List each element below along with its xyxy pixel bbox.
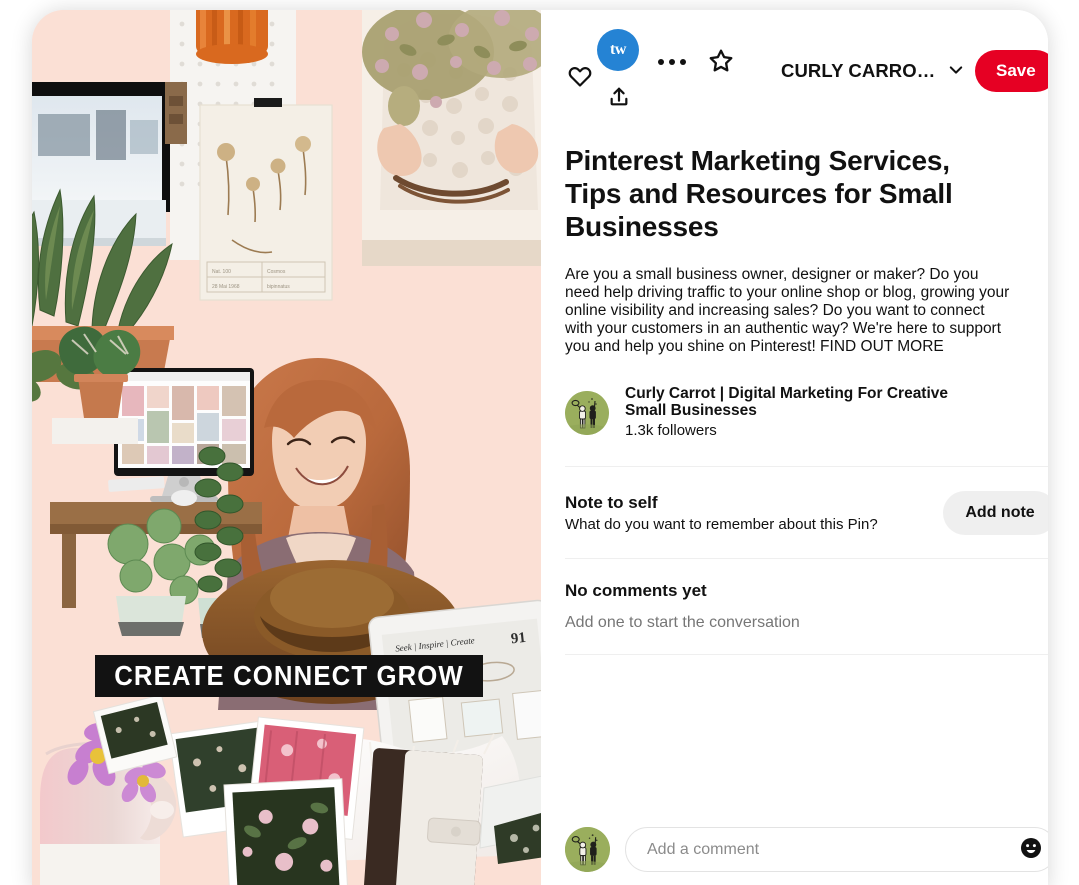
comments-empty-title: No comments yet (565, 581, 707, 600)
favorite-button[interactable] (705, 46, 737, 78)
note-text-group: Note to self What do you want to remembe… (565, 492, 878, 535)
pin-title: Pinterest Marketing Services, Tips and R… (565, 145, 953, 242)
pin-closeup-card: Nat. 100 Cosmos 28 Mai 1968 bipinnatus S… (32, 10, 1048, 885)
comment-input[interactable]: Add a comment (625, 827, 1048, 872)
creator-avatar (565, 390, 609, 435)
tailwind-badge-label: tw (610, 41, 626, 58)
board-selector[interactable]: CURLY CARROT... (779, 56, 967, 86)
svg-text:Cosmos: Cosmos (267, 269, 286, 275)
svg-text:bipinnatus: bipinnatus (267, 284, 290, 290)
svg-text:28 Mai 1968: 28 Mai 1968 (212, 284, 240, 290)
overlay-text-label: CREATE CONNECT GROW (114, 660, 464, 691)
page-root: Nat. 100 Cosmos 28 Mai 1968 bipinnatus S… (0, 0, 1079, 885)
pin-description: Are you a small business owner, designer… (565, 266, 1010, 355)
ellipsis-icon (658, 59, 686, 65)
creator-followers: 1.3k followers (625, 422, 717, 439)
svg-text:Nat. 100: Nat. 100 (212, 269, 231, 275)
user-avatar[interactable] (565, 827, 610, 872)
divider-below-comments (565, 654, 1048, 655)
smiley-icon (1019, 836, 1043, 863)
pin-details-panel: tw CURLY CARROT... Save Pinterest Market… (541, 10, 1048, 885)
svg-text:91: 91 (510, 630, 527, 647)
creator-info: Curly Carrot | Digital Marketing For Cre… (625, 385, 985, 440)
pin-action-icons: tw (565, 10, 773, 110)
comments-section: No comments yet Add one to start the con… (565, 559, 1048, 632)
pin-image[interactable]: Nat. 100 Cosmos 28 Mai 1968 bipinnatus S… (32, 10, 541, 885)
save-controls: CURLY CARROT... Save (779, 50, 1048, 92)
board-name-label: CURLY CARROT... (781, 60, 937, 81)
chevron-down-icon (947, 61, 965, 82)
add-note-button[interactable]: Add note (943, 491, 1048, 535)
image-overlay-text: CREATE CONNECT GROW (95, 655, 483, 697)
comment-composer: Add a comment (565, 827, 1048, 872)
pin-action-bar: tw CURLY CARROT... Save (565, 10, 1048, 114)
like-button[interactable] (565, 62, 595, 92)
creator-row[interactable]: Curly Carrot | Digital Marketing For Cre… (565, 385, 1048, 440)
emoji-picker-button[interactable] (1018, 837, 1044, 863)
comments-empty-subtitle: Add one to start the conversation (565, 614, 800, 631)
creator-name: Curly Carrot | Digital Marketing For Cre… (625, 385, 949, 419)
share-button[interactable] (606, 83, 632, 113)
star-icon (707, 47, 735, 78)
note-to-self-section: Note to self What do you want to remembe… (565, 467, 1048, 558)
share-upload-icon (608, 85, 630, 112)
heart-icon (567, 64, 593, 91)
save-button[interactable]: Save (975, 50, 1048, 92)
comment-placeholder: Add a comment (647, 840, 760, 858)
note-title: Note to self (565, 492, 658, 512)
tailwind-schedule-button[interactable]: tw (597, 29, 639, 71)
more-options-button[interactable] (656, 48, 688, 76)
note-subtitle: What do you want to remember about this … (565, 515, 878, 533)
collage-artwork: Nat. 100 Cosmos 28 Mai 1968 bipinnatus S… (32, 10, 541, 885)
